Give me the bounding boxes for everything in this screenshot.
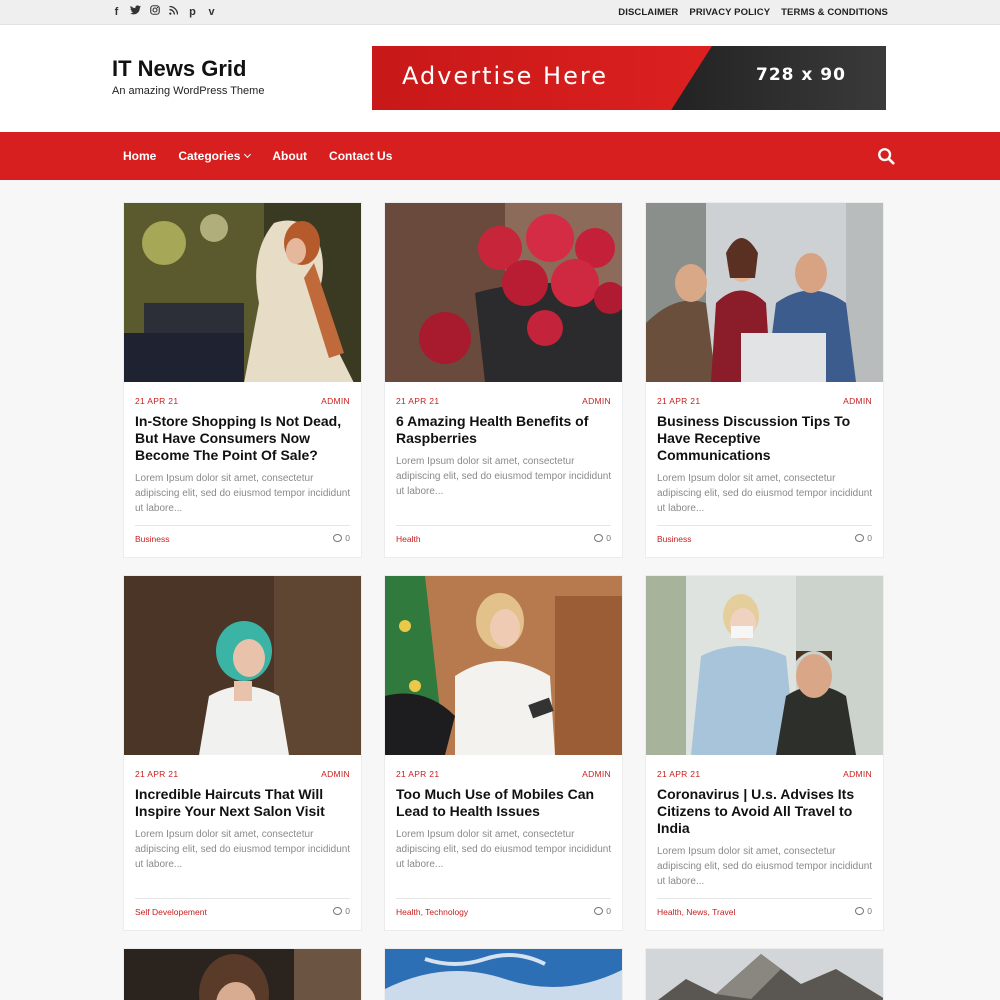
- post-date: 21 APR 21: [135, 396, 179, 406]
- post-card[interactable]: [645, 948, 884, 1000]
- post-thumbnail[interactable]: [124, 203, 362, 382]
- comment-count[interactable]: 0: [333, 533, 350, 543]
- post-categories[interactable]: Business: [657, 534, 692, 544]
- post-date: 21 APR 21: [396, 769, 440, 779]
- post-card[interactable]: [123, 948, 362, 1000]
- post-title[interactable]: Too Much Use of Mobiles Can Lead to Heal…: [396, 786, 612, 820]
- comment-icon: [855, 907, 865, 915]
- post-excerpt: Lorem Ipsum dolor sit amet, consectetur …: [657, 473, 873, 514]
- post-thumbnail[interactable]: [646, 949, 884, 1000]
- post-card[interactable]: 21 APR 21 ADMIN Incredible Haircuts That…: [123, 575, 362, 931]
- instagram-icon[interactable]: [149, 5, 160, 19]
- top-bar: f p v DISCLAIMER PRIVACY POLICY TERMS & …: [0, 0, 1000, 25]
- facebook-icon[interactable]: f: [111, 5, 122, 19]
- post-categories[interactable]: Health: [396, 534, 421, 544]
- comment-icon: [333, 907, 343, 915]
- post-thumbnail[interactable]: [646, 203, 884, 382]
- comment-icon: [855, 534, 865, 542]
- post-card[interactable]: [384, 948, 623, 1000]
- post-categories[interactable]: Health, Technology: [396, 907, 468, 917]
- post-thumbnail[interactable]: [385, 203, 623, 382]
- comment-count[interactable]: 0: [855, 533, 872, 543]
- disclaimer-link[interactable]: DISCLAIMER: [618, 7, 678, 18]
- comment-count[interactable]: 0: [333, 906, 350, 916]
- post-thumbnail[interactable]: [124, 949, 362, 1000]
- top-links: DISCLAIMER PRIVACY POLICY TERMS & CONDIT…: [618, 7, 888, 18]
- nav-about[interactable]: About: [272, 149, 307, 163]
- search-icon[interactable]: [877, 147, 895, 165]
- rss-icon[interactable]: [168, 5, 179, 19]
- post-categories[interactable]: Self Developement: [135, 907, 207, 917]
- comment-icon: [594, 907, 604, 915]
- post-date: 21 APR 21: [396, 396, 440, 406]
- comment-count[interactable]: 0: [594, 533, 611, 543]
- comment-count[interactable]: 0: [594, 906, 611, 916]
- post-date: 21 APR 21: [657, 396, 701, 406]
- post-date: 21 APR 21: [135, 769, 179, 779]
- privacy-policy-link[interactable]: PRIVACY POLICY: [689, 7, 770, 18]
- post-categories[interactable]: Health, News, Travel: [657, 907, 735, 917]
- post-excerpt: Lorem Ipsum dolor sit amet, consectetur …: [396, 829, 612, 870]
- twitter-icon[interactable]: [130, 5, 141, 19]
- site-header: IT News Grid An amazing WordPress Theme …: [0, 25, 1000, 132]
- vimeo-icon[interactable]: v: [206, 5, 217, 19]
- post-title[interactable]: In-Store Shopping Is Not Dead, But Have …: [135, 413, 351, 464]
- post-card[interactable]: 21 APR 21 ADMIN 6 Amazing Health Benefit…: [384, 202, 623, 558]
- post-title[interactable]: 6 Amazing Health Benefits of Raspberries: [396, 413, 612, 447]
- post-excerpt: Lorem Ipsum dolor sit amet, consectetur …: [396, 456, 612, 497]
- social-links: f p v: [111, 5, 217, 19]
- post-author[interactable]: ADMIN: [321, 396, 350, 406]
- comment-icon: [594, 534, 604, 542]
- post-title[interactable]: Coronavirus | U.s. Advises Its Citizens …: [657, 786, 873, 837]
- site-tagline: An amazing WordPress Theme: [112, 85, 265, 97]
- nav-categories[interactable]: Categories: [178, 149, 252, 163]
- pinterest-icon[interactable]: p: [187, 5, 198, 19]
- terms-link[interactable]: TERMS & CONDITIONS: [781, 7, 888, 18]
- post-author[interactable]: ADMIN: [321, 769, 350, 779]
- post-title[interactable]: Business Discussion Tips To Have Recepti…: [657, 413, 873, 464]
- post-excerpt: Lorem Ipsum dolor sit amet, consectetur …: [657, 846, 873, 887]
- post-excerpt: Lorem Ipsum dolor sit amet, consectetur …: [135, 473, 351, 514]
- post-excerpt: Lorem Ipsum dolor sit amet, consectetur …: [135, 829, 351, 870]
- main-nav: Home Categories About Contact Us: [0, 132, 1000, 180]
- chevron-down-icon: [244, 150, 252, 159]
- post-card[interactable]: 21 APR 21 ADMIN Coronavirus | U.s. Advis…: [645, 575, 884, 931]
- ad-banner[interactable]: Advertise Here 728 x 90: [372, 46, 886, 110]
- post-author[interactable]: ADMIN: [843, 769, 872, 779]
- post-card[interactable]: 21 APR 21 ADMIN In-Store Shopping Is Not…: [123, 202, 362, 558]
- post-card[interactable]: 21 APR 21 ADMIN Business Discussion Tips…: [645, 202, 884, 558]
- ad-text: Advertise Here: [402, 62, 608, 90]
- comment-icon: [333, 534, 343, 542]
- nav-home[interactable]: Home: [123, 149, 156, 163]
- post-card[interactable]: 21 APR 21 ADMIN Too Much Use of Mobiles …: [384, 575, 623, 931]
- site-title[interactable]: IT News Grid: [112, 56, 246, 82]
- post-thumbnail[interactable]: [385, 576, 623, 755]
- nav-contact[interactable]: Contact Us: [329, 149, 392, 163]
- post-thumbnail[interactable]: [385, 949, 623, 1000]
- comment-count[interactable]: 0: [855, 906, 872, 916]
- post-date: 21 APR 21: [657, 769, 701, 779]
- post-thumbnail[interactable]: [124, 576, 362, 755]
- post-categories[interactable]: Business: [135, 534, 170, 544]
- post-author[interactable]: ADMIN: [582, 396, 611, 406]
- post-thumbnail[interactable]: [646, 576, 884, 755]
- post-title[interactable]: Incredible Haircuts That Will Inspire Yo…: [135, 786, 351, 820]
- post-author[interactable]: ADMIN: [843, 396, 872, 406]
- ad-size: 728 x 90: [756, 65, 846, 85]
- post-author[interactable]: ADMIN: [582, 769, 611, 779]
